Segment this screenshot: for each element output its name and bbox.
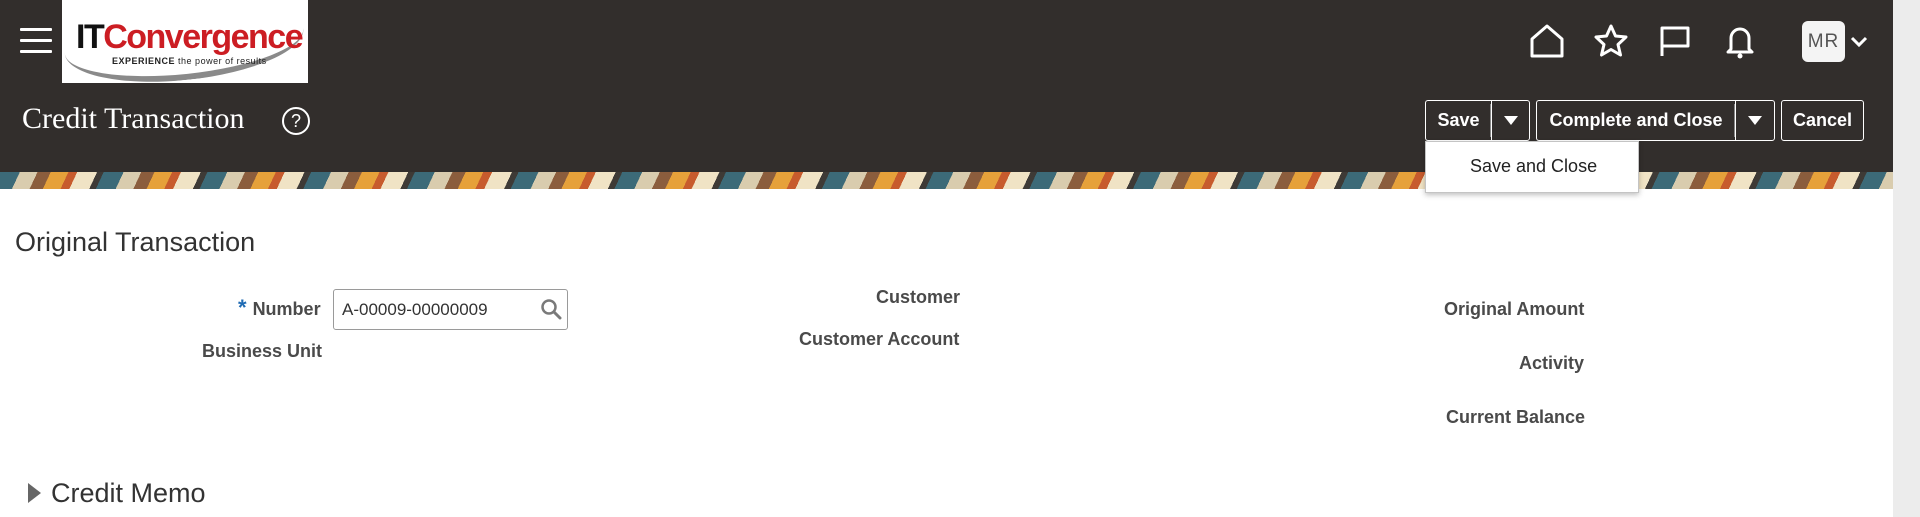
- flag-icon[interactable]: [1656, 22, 1694, 60]
- number-label: * Number: [238, 295, 321, 320]
- expand-triangle-icon[interactable]: [28, 483, 41, 503]
- logo-tagline: EXPERIENCE the power of results: [112, 56, 267, 66]
- save-and-close-menu-item[interactable]: Save and Close: [1470, 156, 1597, 177]
- complete-menu-button[interactable]: [1735, 100, 1775, 141]
- cancel-button[interactable]: Cancel: [1781, 100, 1864, 141]
- page-title: Credit Transaction: [22, 102, 245, 135]
- company-logo[interactable]: ITConvergence EXPERIENCE the power of re…: [62, 0, 308, 83]
- search-icon[interactable]: [540, 298, 562, 320]
- chevron-down-icon: [1503, 116, 1518, 125]
- activity-label: Activity: [1519, 353, 1585, 373]
- save-menu-button[interactable]: [1491, 100, 1530, 141]
- hamburger-menu-icon[interactable]: [20, 28, 52, 56]
- section-title-original-transaction: Original Transaction: [15, 227, 256, 257]
- logo-wordmark: ITConvergence: [76, 18, 304, 56]
- favorites-star-icon[interactable]: [1592, 22, 1630, 60]
- scrollbar-gutter: [1893, 0, 1920, 517]
- number-input[interactable]: A-00009-00000009: [333, 289, 568, 330]
- customer-label: Customer: [876, 287, 961, 307]
- section-title-credit-memo[interactable]: Credit Memo: [51, 478, 206, 509]
- save-button[interactable]: Save: [1425, 100, 1491, 141]
- save-menu-dropdown: Save and Close: [1425, 141, 1639, 193]
- notifications-bell-icon[interactable]: [1721, 22, 1759, 60]
- user-avatar[interactable]: MR: [1802, 21, 1845, 62]
- home-icon[interactable]: [1528, 22, 1566, 60]
- help-icon[interactable]: ?: [282, 107, 310, 135]
- original-amount-label: Original Amount: [1444, 299, 1585, 319]
- current-balance-label: Current Balance: [1446, 407, 1586, 427]
- complete-and-close-button[interactable]: Complete and Close: [1536, 100, 1735, 141]
- chevron-down-icon[interactable]: [1849, 34, 1869, 50]
- customer-account-label: Customer Account: [799, 329, 960, 349]
- required-marker: *: [238, 295, 247, 320]
- chevron-down-icon: [1748, 116, 1762, 125]
- business-unit-label: Business Unit: [202, 341, 323, 361]
